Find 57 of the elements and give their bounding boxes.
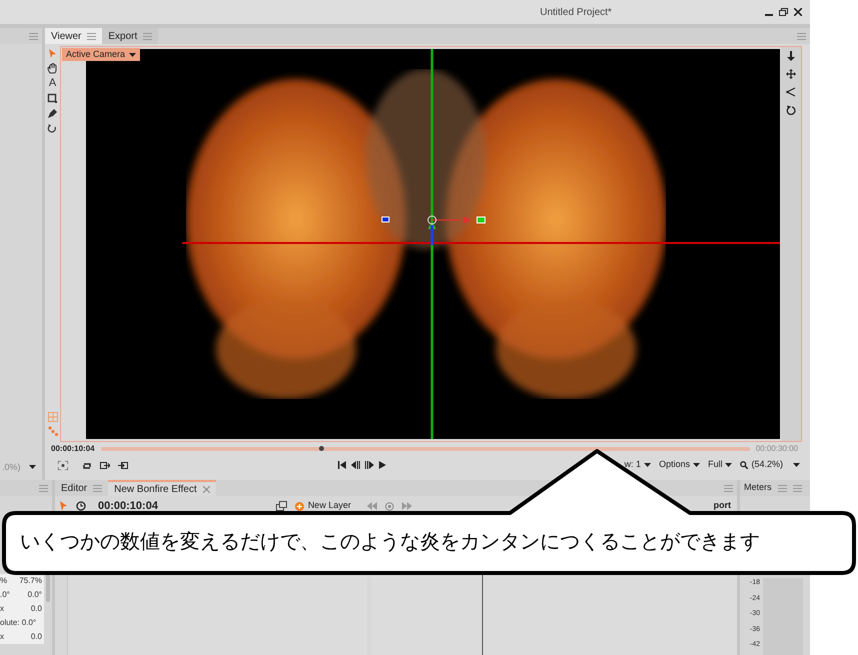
- angle-icon[interactable]: [786, 87, 796, 97]
- search-icon: [740, 461, 748, 469]
- step-forward-icon[interactable]: [365, 461, 374, 469]
- current-time: 00:00:10:04: [51, 443, 95, 455]
- import-frame-icon[interactable]: [118, 460, 128, 470]
- panel-tab[interactable]: New Bonfire Effect: [108, 480, 216, 496]
- view-dropdown[interactable]: (54.2%): [740, 458, 800, 472]
- clock-icon[interactable]: [76, 501, 86, 511]
- current-time: 00:00:10:04: [98, 498, 158, 514]
- property-value: 0.0: [30, 603, 42, 615]
- play-icon[interactable]: [379, 461, 386, 469]
- export-frame-icon[interactable]: [100, 460, 110, 470]
- nodes-icon[interactable]: [48, 426, 58, 436]
- camera-dropdown[interactable]: Active Camera: [62, 48, 140, 61]
- restore-icon[interactable]: [779, 8, 788, 16]
- property-label: %: [0, 575, 8, 587]
- close-icon[interactable]: [794, 8, 802, 16]
- caret-icon: [692, 463, 700, 467]
- move-icon[interactable]: [786, 69, 796, 79]
- window-title: Untitled Project*: [540, 6, 612, 20]
- focus-icon[interactable]: [58, 460, 68, 470]
- pen-icon[interactable]: [47, 108, 58, 119]
- property-value: 75.7%: [19, 575, 42, 587]
- panel-tab[interactable]: Viewer: [45, 28, 102, 44]
- property-label: .0°: [0, 589, 10, 601]
- skip-start-icon[interactable]: [338, 461, 346, 469]
- panel-tab[interactable]: Editor: [55, 480, 108, 496]
- panel-tab[interactable]: Export: [102, 28, 158, 44]
- property-value: 0.0°: [28, 589, 42, 601]
- end-time: 00:00:30:00: [756, 443, 799, 455]
- timeline-track[interactable]: [100, 447, 750, 451]
- property-value: 0.0: [30, 631, 42, 643]
- text-tool[interactable]: A: [48, 78, 56, 89]
- callout-text: いくつかの数値を変えるだけで、このような炎をカンタンにつくることができます: [20, 530, 760, 555]
- export-button[interactable]: port: [714, 499, 737, 513]
- property-label: x: [0, 631, 4, 643]
- rectangle-icon[interactable]: [47, 93, 58, 104]
- plus-icon: [294, 502, 304, 510]
- down-arrow-icon[interactable]: [786, 51, 796, 61]
- rotate-icon[interactable]: [786, 105, 796, 115]
- hand-icon[interactable]: [47, 63, 58, 74]
- caret-icon: [129, 52, 136, 56]
- property-label: x: [0, 603, 4, 615]
- layers-icon[interactable]: [276, 501, 287, 511]
- caret-icon: [725, 463, 732, 467]
- caret-icon: [644, 463, 651, 467]
- view-dropdown[interactable]: Options: [658, 458, 700, 472]
- playhead[interactable]: [319, 446, 324, 451]
- step-back-icon[interactable]: [351, 461, 360, 469]
- caret-icon: [28, 465, 36, 470]
- panel-title: Meters: [744, 481, 772, 494]
- property-label: olute: 0.0°: [0, 617, 36, 629]
- rotate-icon[interactable]: [47, 123, 58, 134]
- view-dropdown[interactable]: w: 1: [624, 458, 651, 472]
- loop-icon[interactable]: [82, 460, 92, 470]
- caret-icon: [793, 463, 800, 467]
- view-dropdown[interactable]: Full: [708, 458, 732, 472]
